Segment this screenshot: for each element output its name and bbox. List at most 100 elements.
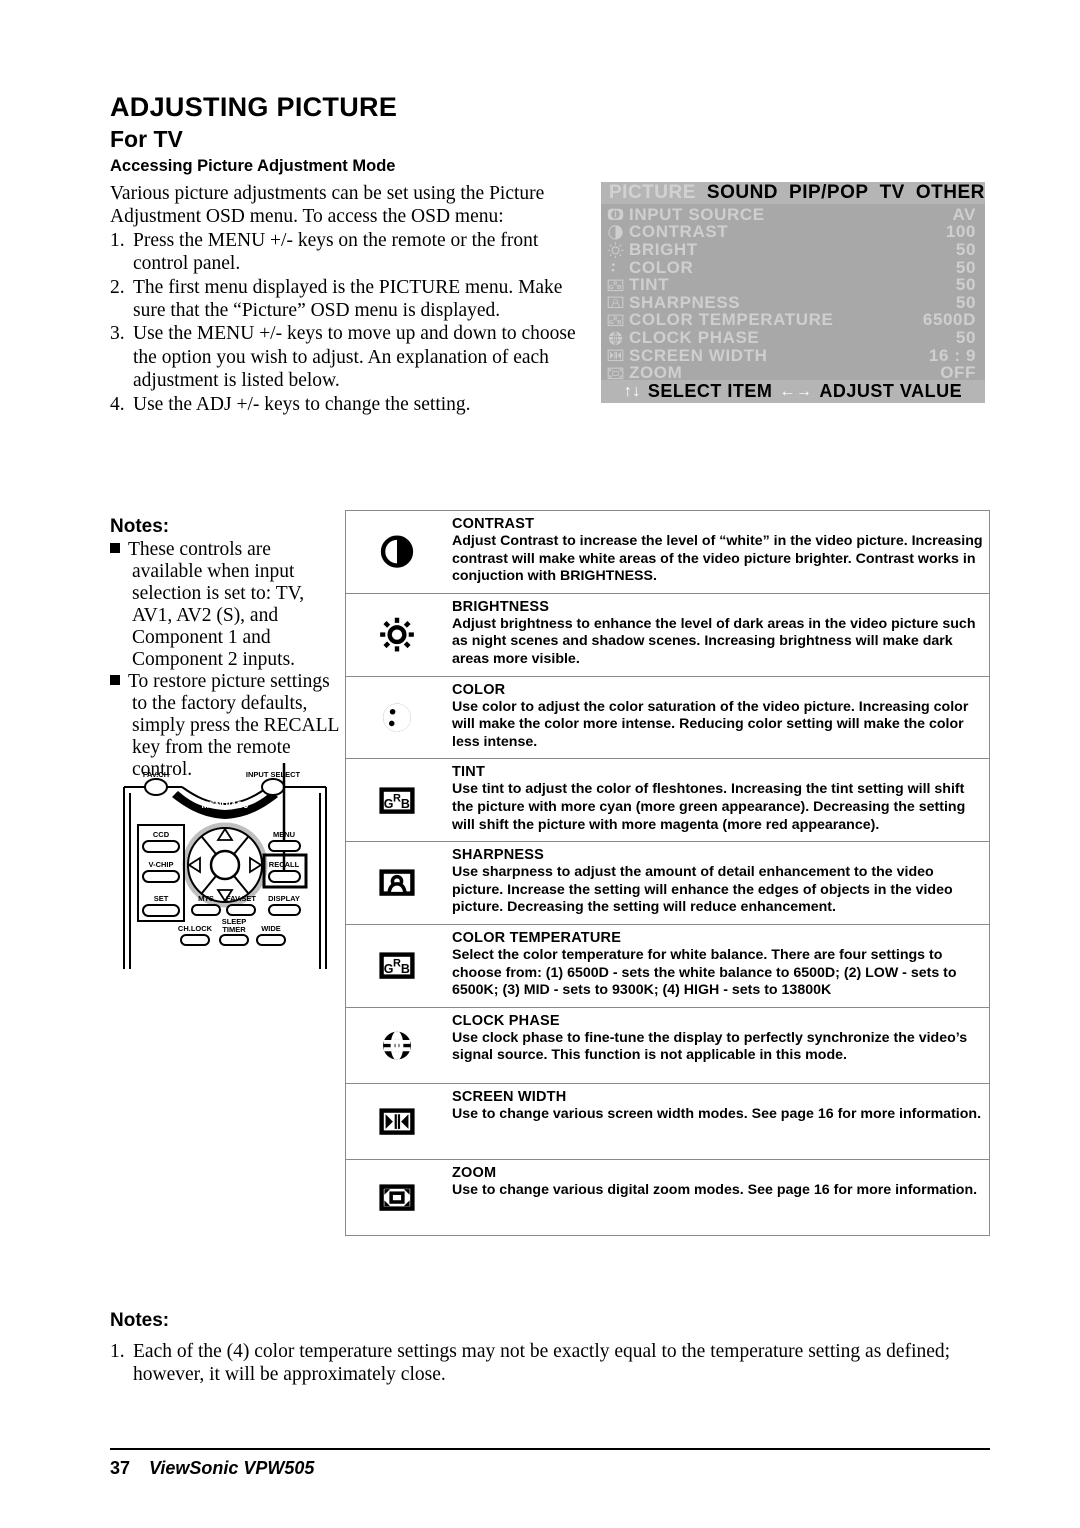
note-left-item-1: These controls are available when input … (110, 539, 345, 671)
step-number: 2. (110, 276, 125, 298)
osd-row-input-source[interactable]: INPUT SOURCE AV (601, 205, 985, 224)
svg-text:FAV.SET: FAV.SET (226, 894, 256, 903)
desc-text: Use to change various screen width modes… (452, 1105, 982, 1122)
osd-item-list: INPUT SOURCE AV CONTRAST 100 BRIGHT 50 C… (601, 204, 985, 382)
osd-row-screen-width[interactable]: SCREEN WIDTH 16 : 9 (601, 346, 985, 365)
osd-tab-sound[interactable]: SOUND (707, 182, 778, 204)
svg-text:CCD: CCD (153, 830, 170, 839)
osd-row-bright[interactable]: BRIGHT 50 (601, 240, 985, 259)
zoom-icon (607, 367, 623, 379)
table-row: COLOR Use color to adjust the color satur… (346, 676, 989, 760)
intro-block: Various picture adjustments can be set u… (110, 182, 595, 416)
sharpness-icon (378, 869, 415, 897)
adjustment-description-table: CONTRAST Adjust Contrast to increase the … (345, 510, 990, 1236)
osd-row-color[interactable]: COLOR 50 (601, 258, 985, 277)
osd-tab-tv[interactable]: TV (880, 182, 905, 204)
intro-step-2: 2. The first menu displayed is the PICTUR… (110, 276, 595, 323)
screen-width-icon (607, 349, 623, 362)
desc-icon-cell (346, 1007, 448, 1083)
info-icon (607, 209, 623, 221)
osd-icon-wrap: G R B (601, 277, 629, 294)
svg-text:WIDE: WIDE (261, 924, 281, 933)
page-title: ADJUSTING PICTURE (110, 92, 398, 122)
desc-title: BRIGHTNESS (452, 598, 550, 615)
step-number: 3. (110, 323, 125, 345)
tint-grb-icon: G R B (378, 787, 415, 814)
table-row: G R B TINT Use tint to adjust the color of… (346, 759, 989, 843)
svg-text:V-CHIP: V-CHIP (148, 860, 173, 869)
svg-text:MTS: MTS (198, 894, 214, 903)
page-subtitle: For TV (110, 126, 183, 152)
contrast-icon (380, 535, 413, 569)
osd-tab-picture[interactable]: PICTURE (609, 182, 696, 204)
clock-phase-icon (382, 1030, 411, 1060)
desc-text: Use color to adjust the color saturation… (452, 698, 969, 750)
notes-left-heading: Notes: (110, 516, 170, 537)
section-heading: Accessing Picture Adjustment Mode (110, 157, 396, 175)
osd-icon-wrap (601, 365, 629, 382)
bullet-square-icon (110, 675, 120, 685)
osd-adjust-value-label: ADJUST VALUE (819, 381, 963, 401)
brand-model: ViewSonic VPW505 (149, 1458, 315, 1478)
desc-body-cell: SCREEN WIDTH Use to change various screen… (448, 1084, 989, 1159)
bullet-square-icon (110, 543, 120, 553)
table-row: CLOCK PHASE Use clock phase to fine-tune … (346, 1007, 989, 1084)
desc-text: Adjust Contrast to increase the level of… (452, 533, 983, 585)
step-number: 1. (110, 229, 125, 251)
desc-title: COLOR (452, 681, 506, 698)
osd-icon-wrap (601, 294, 629, 311)
svg-text:R: R (393, 792, 401, 804)
svg-text:RECALL: RECALL (269, 860, 300, 869)
osd-icon-wrap (601, 206, 629, 223)
desc-title: ZOOM (452, 1164, 497, 1181)
svg-text:FAV.CH: FAV.CH (143, 770, 169, 779)
osd-tab-other[interactable]: OTHER (916, 182, 985, 204)
desc-title: COLOR TEMPERATURE (452, 929, 622, 946)
osd-row-clock-phase[interactable]: CLOCK PHASE 50 (601, 328, 985, 347)
desc-text: Use tint to adjust the color of fleshton… (452, 781, 966, 833)
desc-body-cell: COLOR TEMPERATURE Select the color temper… (448, 925, 989, 1007)
osd-row-color-temperature[interactable]: G R B COLOR TEMPERATURE 6500D (601, 310, 985, 329)
step-text: Press the MENU +/- keys on the remote or… (133, 229, 539, 275)
notes-bottom-list: 1. Each of the (4) color temperature sett… (110, 1340, 990, 1386)
note-left-text: These controls are available when input … (128, 539, 305, 670)
osd-icon-wrap (601, 241, 629, 259)
intro-step-1: 1. Press the MENU +/- keys on the remote … (110, 229, 595, 276)
svg-text:CH.LOCK: CH.LOCK (178, 924, 213, 933)
zoom-icon (378, 1183, 415, 1211)
desc-body-cell: COLOR Use color to adjust the color satur… (448, 677, 989, 759)
desc-title: CONTRAST (452, 516, 535, 532)
osd-tab-pip-pop[interactable]: PIP/POP (789, 182, 869, 204)
intro-paragraph: Various picture adjustments can be set u… (110, 183, 545, 228)
step-number: 4. (110, 393, 125, 415)
page-number: 37 (110, 1458, 131, 1478)
osd-icon-wrap (601, 330, 629, 347)
svg-text:MENU: MENU (273, 830, 295, 839)
table-row: SCREEN WIDTH Use to change various screen… (346, 1083, 989, 1160)
desc-text: Select the color temperature for white b… (452, 946, 957, 999)
desc-title: CLOCK PHASE (452, 1012, 560, 1029)
desc-icon-cell (346, 842, 448, 924)
up-down-arrows-icon: ↑↓ (623, 382, 641, 400)
desc-body-cell: CONTRAST Adjust Contrast to increase the … (448, 511, 989, 593)
svg-text:R: R (393, 958, 401, 970)
desc-body-cell: BRIGHTNESS Adjust brightness to enhance t… (448, 594, 989, 676)
desc-title: SCREEN WIDTH (452, 1088, 567, 1105)
step-text: Use the MENU +/- keys to move up and dow… (133, 323, 576, 392)
tint-grb-icon: G R B (607, 279, 623, 291)
desc-body-cell: CLOCK PHASE Use clock phase to fine-tune … (448, 1008, 989, 1083)
remote-control-illustration: MENU/ADJ FAV.CH INPUT SELECT CCD V-CHIP … (110, 745, 340, 973)
color-icon (382, 703, 411, 732)
osd-select-item-label: SELECT ITEM (647, 381, 773, 401)
osd-row-sharpness[interactable]: SHARPNESS 50 (601, 293, 985, 312)
osd-row-contrast[interactable]: CONTRAST 100 (601, 222, 985, 241)
osd-icon-wrap: G R B (601, 312, 629, 329)
note-number: 1. (110, 1341, 125, 1362)
osd-icon-wrap (601, 259, 629, 276)
desc-icon-cell (346, 1083, 448, 1159)
svg-text:INPUT SELECT: INPUT SELECT (246, 770, 301, 779)
color-temperature-grb-icon: G R B (607, 314, 623, 327)
osd-row-tint[interactable]: G R B TINT 50 (601, 275, 985, 294)
table-row: SHARPNESS Use sharpness to adjust the amo… (346, 842, 989, 925)
table-row: G R B COLOR TEMPERATURE Select the color t… (346, 924, 989, 1008)
